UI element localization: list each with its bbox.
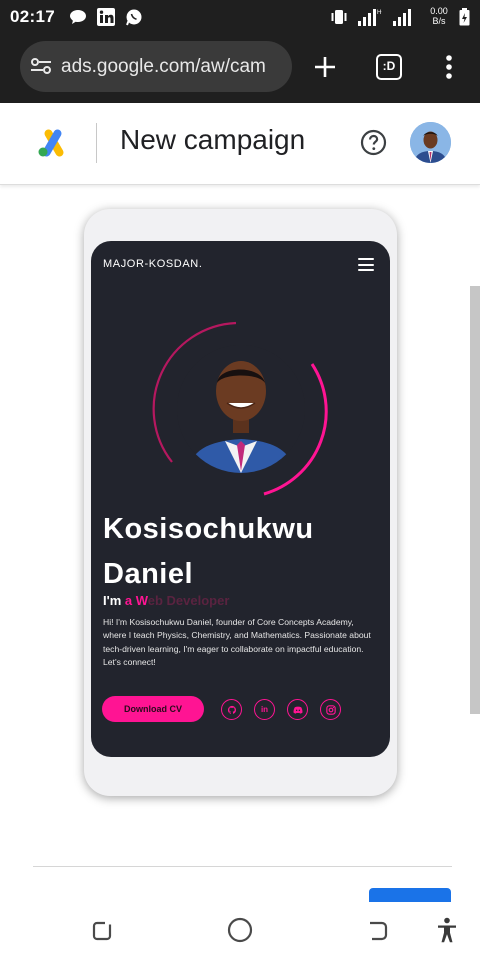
help-icon[interactable] [360, 129, 387, 156]
more-menu-icon[interactable] [444, 54, 454, 80]
preview-screen [91, 241, 390, 757]
signal-icon: H+ [358, 9, 382, 26]
status-bar: 02:17 H+ 0.00 B/s [0, 0, 480, 34]
tagline-highlight: a W [124, 593, 148, 608]
status-time: 02:17 [10, 7, 55, 26]
linkedin-label: in [260, 705, 269, 714]
recent-apps-icon[interactable] [90, 919, 114, 941]
bio-text: Hi! I'm Kosisochukwu Daniel, founder of … [103, 617, 371, 668]
avatar-portrait-icon [410, 122, 451, 163]
net-speed-value: 0.00 [430, 6, 448, 16]
svg-text:H+: H+ [377, 10, 382, 16]
section-divider [33, 866, 452, 867]
header-divider [96, 123, 97, 163]
avatar[interactable] [410, 122, 451, 163]
tab-switcher-button[interactable]: :D [376, 54, 402, 80]
typed-tagline: I'm a Web Developer [103, 593, 229, 608]
preview-brand[interactable]: MAJOR-KOSDAN. [103, 258, 202, 270]
signal-icon [393, 9, 411, 26]
new-tab-icon[interactable] [314, 56, 336, 78]
download-cv-button[interactable]: Download CV [102, 696, 204, 722]
back-icon[interactable] [366, 919, 390, 941]
portrait-illustration-icon [177, 345, 305, 473]
hero-name-line2: Daniel [103, 558, 194, 590]
profile-photo [177, 345, 305, 473]
hero-name-line1: Kosisochukwu [103, 513, 314, 545]
google-ads-logo-icon[interactable] [37, 128, 69, 158]
net-speed: 0.00 B/s [426, 6, 452, 26]
github-icon[interactable] [221, 699, 242, 720]
tagline-faded: eb Developer [147, 593, 230, 608]
chat-bubble-icon [70, 10, 86, 24]
home-icon[interactable] [227, 917, 253, 943]
primary-action-button[interactable] [369, 888, 451, 902]
tagline-prefix: I'm [103, 593, 125, 608]
page-title: New campaign [120, 124, 306, 155]
linkedin-icon [97, 8, 115, 26]
hamburger-menu-icon[interactable] [358, 258, 374, 271]
accessibility-icon[interactable] [437, 917, 457, 943]
net-speed-unit: B/s [432, 16, 446, 26]
linkedin-icon[interactable]: in [254, 699, 275, 720]
battery-icon [459, 8, 470, 26]
vibrate-icon [331, 10, 347, 24]
url-text[interactable]: ads.google.com/aw/cam [61, 56, 266, 78]
tab-count-label: :D [382, 59, 396, 73]
whatsapp-icon [126, 9, 142, 26]
page-scrollbar[interactable] [470, 286, 480, 714]
discord-icon[interactable] [287, 699, 308, 720]
instagram-icon[interactable] [320, 699, 341, 720]
site-settings-icon[interactable] [30, 56, 52, 76]
